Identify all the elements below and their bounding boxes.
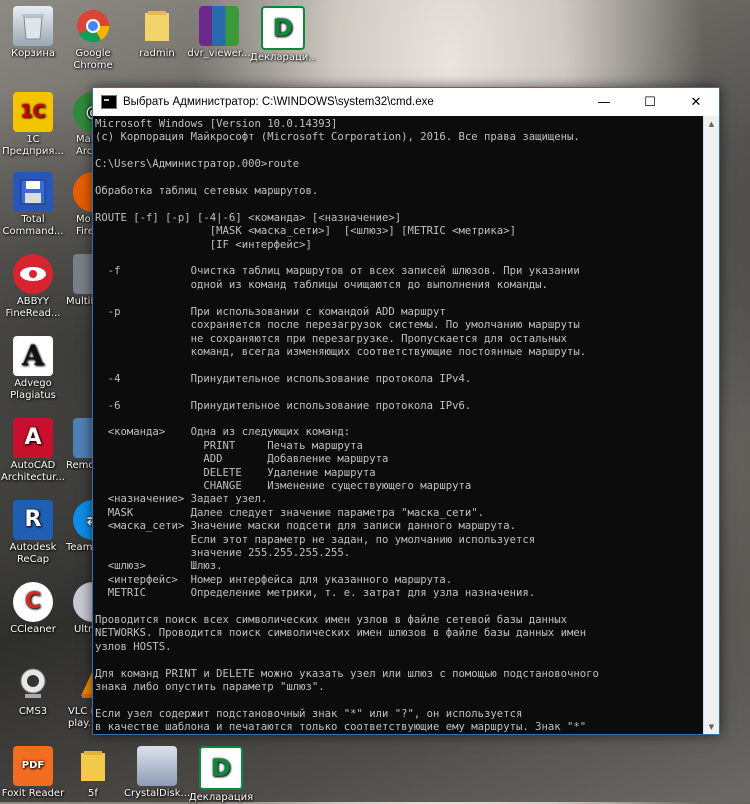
1c-icon: 1С bbox=[13, 92, 53, 132]
folder-icon bbox=[73, 746, 113, 786]
desktop-icon-label: Autodesk ReCap bbox=[9, 542, 57, 565]
recycle-bin-icon bbox=[13, 6, 53, 46]
desktop-icon-label: Деклараци... bbox=[250, 52, 316, 63]
console-output[interactable]: Microsoft Windows [Version 10.0.14393] (… bbox=[95, 118, 703, 732]
foxit-reader-icon: PDF bbox=[13, 746, 53, 786]
desktop-icon-deklaraciya-bottom[interactable]: D Декларация bbox=[188, 746, 254, 804]
desktop-icon-label: 5f bbox=[88, 788, 98, 799]
desktop-icon-label: CMS3 bbox=[18, 706, 48, 717]
desktop-icon-ccleaner[interactable]: C CCleaner bbox=[0, 582, 66, 636]
cmd-window[interactable]: Выбрать Администратор: C:\WINDOWS\system… bbox=[92, 87, 720, 735]
desktop-icon-label: ABBYY FineRead... bbox=[5, 296, 61, 319]
desktop-icon-total-commander[interactable]: Total Command... bbox=[0, 172, 66, 238]
desktop-icon-crystaldisk[interactable]: CrystalDisk... bbox=[124, 746, 190, 800]
advego-icon: A bbox=[13, 336, 53, 376]
desktop-icon-label: AutoCAD Architectur... bbox=[1, 460, 65, 483]
recap-icon: R bbox=[13, 500, 53, 540]
desktop-icon-label: Foxit Reader bbox=[1, 788, 65, 799]
desktop-icon-label: Advego Plagiatus bbox=[10, 378, 56, 401]
chrome-icon bbox=[73, 6, 113, 46]
ccleaner-icon: C bbox=[13, 582, 53, 622]
desktop-icon-autocad[interactable]: A AutoCAD Architectur... bbox=[0, 418, 66, 484]
cmd-app-icon bbox=[101, 95, 117, 109]
desktop-icon-dvr-viewer[interactable]: dvr_viewer... bbox=[186, 6, 252, 60]
webcam-icon bbox=[13, 664, 53, 704]
crystaldisk-icon bbox=[137, 746, 177, 786]
desktop-icon-label: dvr_viewer... bbox=[187, 48, 251, 59]
desktop-icon-label: 1С Предприя... bbox=[2, 134, 64, 157]
desktop-icon-foxit[interactable]: PDF Foxit Reader bbox=[0, 746, 66, 800]
desktop-icon-abbyy[interactable]: ABBYY FineRead... bbox=[0, 254, 66, 320]
desktop-icon-chrome[interactable]: Google Chrome bbox=[60, 6, 126, 72]
window-titlebar[interactable]: Выбрать Администратор: C:\WINDOWS\system… bbox=[93, 88, 719, 116]
winrar-archive-icon bbox=[199, 6, 239, 46]
desktop-icon-folder-5f[interactable]: 5f bbox=[60, 746, 126, 800]
autocad-icon: A bbox=[13, 418, 53, 458]
scroll-up-icon[interactable]: ▲ bbox=[704, 116, 719, 131]
desktop-icon-cms3[interactable]: CMS3 bbox=[0, 664, 66, 718]
desktop-icon-recycle-bin[interactable]: Корзина bbox=[0, 6, 66, 60]
floppy-disk-icon bbox=[13, 172, 53, 212]
abbyy-finereader-icon bbox=[13, 254, 53, 294]
desktop-icon-1c[interactable]: 1С 1С Предприя... bbox=[0, 92, 66, 158]
desktop-icon-label: radmin bbox=[139, 48, 175, 59]
folder-icon bbox=[137, 6, 177, 46]
desktop-icon-deklaraciya-top[interactable]: D Деклараци... bbox=[250, 6, 316, 64]
scroll-down-icon[interactable]: ▼ bbox=[704, 719, 719, 734]
desktop-icon-label: CCleaner bbox=[10, 624, 56, 635]
minimize-button[interactable]: — bbox=[581, 88, 627, 116]
desktop-icon-autodesk-recap[interactable]: R Autodesk ReCap bbox=[0, 500, 66, 566]
window-title: Выбрать Администратор: C:\WINDOWS\system… bbox=[123, 96, 434, 108]
maximize-button[interactable]: ☐ bbox=[627, 88, 673, 116]
desktop-icon-advego[interactable]: A Advego Plagiatus bbox=[0, 336, 66, 402]
close-button[interactable]: ✕ bbox=[673, 88, 719, 116]
deklaraciya-icon: D bbox=[261, 6, 305, 50]
desktop-icon-label: Декларация bbox=[188, 792, 254, 803]
desktop-icon-label: CrystalDisk... bbox=[124, 788, 190, 799]
deklaraciya-icon: D bbox=[199, 746, 243, 790]
desktop-icon-radmin[interactable]: radmin bbox=[124, 6, 190, 60]
desktop-icon-label: Корзина bbox=[10, 48, 56, 59]
desktop-icon-label: Total Command... bbox=[2, 214, 64, 237]
vertical-scrollbar[interactable]: ▲ ▼ bbox=[703, 116, 719, 734]
desktop-icon-label: Google Chrome bbox=[73, 48, 113, 71]
